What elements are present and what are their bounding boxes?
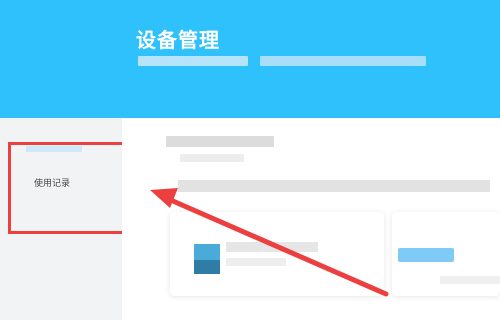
highlight-box — [8, 142, 129, 234]
section-title-blurred — [166, 136, 274, 147]
header-subtitle-blurred-2 — [260, 56, 426, 66]
page-title: 设备管理 — [136, 28, 220, 52]
info-row-blurred — [178, 180, 490, 192]
app-page: 设备管理 使用记录 — [0, 0, 500, 320]
device-action-button-blurred[interactable] — [398, 248, 454, 262]
device-thumbnail-lower — [194, 260, 220, 274]
device-thumbnail — [194, 244, 220, 260]
device-meta-blurred — [226, 258, 286, 266]
device-meta-2-blurred — [440, 276, 500, 284]
section-subtitle-blurred — [180, 154, 244, 162]
device-name-blurred — [226, 242, 318, 252]
header-subtitle-blurred — [138, 56, 248, 66]
